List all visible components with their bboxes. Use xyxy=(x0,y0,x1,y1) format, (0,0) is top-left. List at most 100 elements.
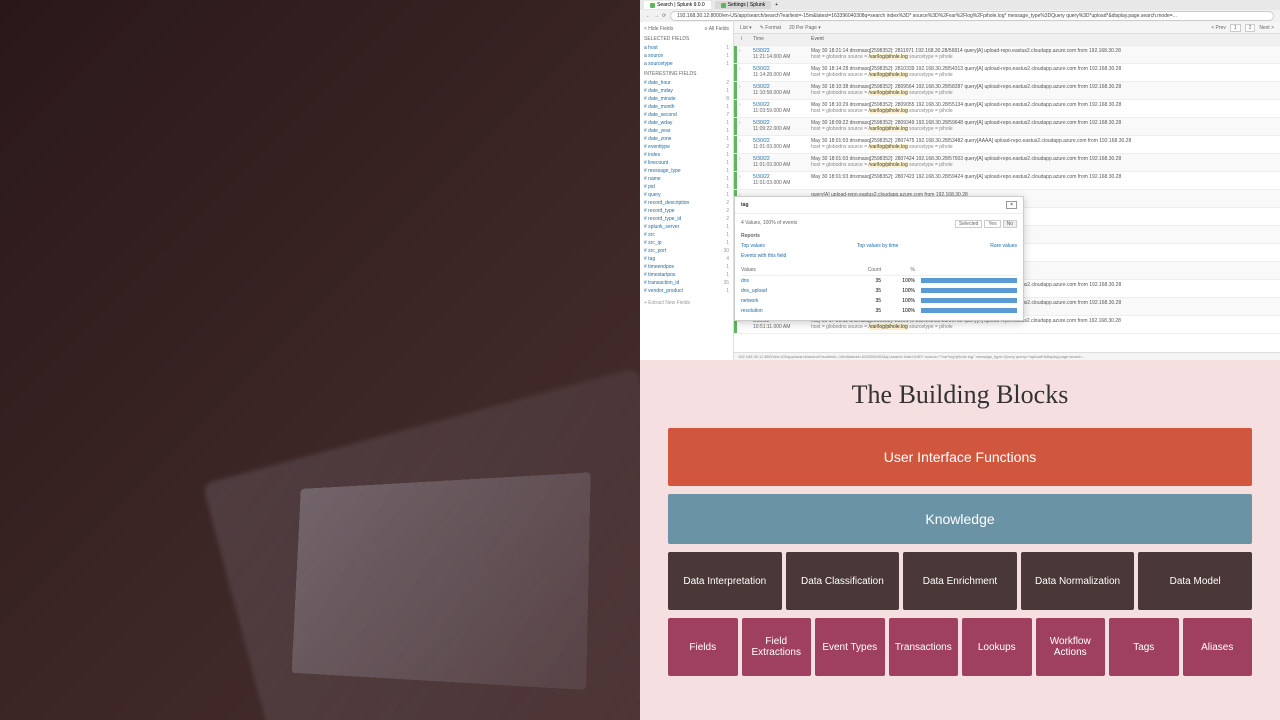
event-row[interactable]: ›5/30/2211:10:58.000 AMMay 30 18:10:38 d… xyxy=(734,82,1280,100)
value-row[interactable]: resolution35100% xyxy=(741,306,1017,316)
events-field-link[interactable]: Events with this field xyxy=(741,251,1017,261)
event-row[interactable]: ›5/30/2211:21:14.000 AMMay 30 18:21:14 d… xyxy=(734,46,1280,64)
close-icon[interactable]: × xyxy=(1006,201,1017,209)
col-time: Time xyxy=(749,34,807,45)
field-item[interactable]: # date_hour2 xyxy=(644,79,729,87)
hide-fields-link[interactable]: < Hide Fields xyxy=(644,26,673,32)
block-data: Data Classification xyxy=(786,552,900,610)
page-2[interactable]: 2 xyxy=(1245,24,1256,32)
field-item[interactable]: # name1 xyxy=(644,175,729,183)
browser-tab-1[interactable]: Search | Splunk 9.0.0 xyxy=(644,1,711,9)
field-item[interactable]: # timestartpos1 xyxy=(644,271,729,279)
block-knowledge-item: Aliases xyxy=(1183,618,1253,676)
field-item[interactable]: # pid1 xyxy=(644,183,729,191)
pct-col: % xyxy=(881,267,921,273)
field-item[interactable]: a host1 xyxy=(644,44,729,52)
splunk-icon xyxy=(650,3,655,8)
block-knowledge-item: Tags xyxy=(1109,618,1179,676)
field-item[interactable]: # query1 xyxy=(644,191,729,199)
selected-label: Selected xyxy=(955,220,982,228)
event-row[interactable]: ›5/30/2211:01:03.000 AMMay 30 18:01:03 d… xyxy=(734,154,1280,172)
next-link[interactable]: Next > xyxy=(1259,25,1274,31)
field-item[interactable]: # date_second7 xyxy=(644,111,729,119)
selected-no[interactable]: No xyxy=(1003,220,1017,228)
browser-tabs: Search | Splunk 9.0.0 Settings | Splunk … xyxy=(640,0,1280,10)
field-item[interactable]: # record_type_id2 xyxy=(644,215,729,223)
field-item[interactable]: # date_mday1 xyxy=(644,87,729,95)
field-item[interactable]: a sourcetype1 xyxy=(644,60,729,68)
field-item[interactable]: # index1 xyxy=(644,151,729,159)
event-row[interactable]: ›5/30/2211:03:59.000 AMMay 30 18:10:29 d… xyxy=(734,100,1280,118)
selected-fields-label: SELECTED FIELDS xyxy=(644,36,729,42)
field-item[interactable]: # date_month1 xyxy=(644,103,729,111)
values-col: Values xyxy=(741,267,841,273)
field-item[interactable]: # date_minute8 xyxy=(644,95,729,103)
block-knowledge-item: Transactions xyxy=(889,618,959,676)
col-i: i xyxy=(737,34,749,45)
field-item[interactable]: a source1 xyxy=(644,52,729,60)
event-row[interactable]: ›5/30/2211:14:28.000 AMMay 30 18:14:28 d… xyxy=(734,64,1280,82)
field-item[interactable]: # timeendpos1 xyxy=(644,263,729,271)
block-data: Data Interpretation xyxy=(668,552,782,610)
selected-yes[interactable]: Yes xyxy=(984,220,1000,228)
block-knowledge: Knowledge xyxy=(668,494,1252,544)
top-values-link[interactable]: Top values xyxy=(741,243,765,249)
block-data: Data Normalization xyxy=(1021,552,1135,610)
block-data: Data Model xyxy=(1138,552,1252,610)
value-row[interactable]: network35100% xyxy=(741,296,1017,306)
forward-icon[interactable]: → xyxy=(654,13,659,19)
reload-icon[interactable]: ⟳ xyxy=(662,13,666,19)
format-button[interactable]: ✎ Format xyxy=(760,25,781,31)
value-row[interactable]: dns35100% xyxy=(741,276,1017,286)
field-item[interactable]: # src1 xyxy=(644,231,729,239)
events-list: tag × 4 Values, 100% of events Selected … xyxy=(734,46,1280,353)
block-ui-functions: User Interface Functions xyxy=(668,428,1252,486)
field-item[interactable]: # date_year1 xyxy=(644,127,729,135)
col-event: Event xyxy=(807,34,1280,45)
event-row[interactable]: ›5/30/2211:01:03.000 AMMay 30 18:01:03 d… xyxy=(734,172,1280,190)
all-fields-link[interactable]: ≡ All Fields xyxy=(705,26,729,32)
field-item[interactable]: # linecount1 xyxy=(644,159,729,167)
status-bar: 192.168.30.12:8000/en-US/app/search/sear… xyxy=(734,352,1280,360)
field-item[interactable]: # src_port30 xyxy=(644,247,729,255)
page-1[interactable]: 1 xyxy=(1230,24,1241,32)
field-item[interactable]: # tag4 xyxy=(644,255,729,263)
new-tab-button[interactable]: + xyxy=(775,2,778,8)
field-item[interactable]: # vendor_product1 xyxy=(644,287,729,295)
field-item[interactable]: # record_type2 xyxy=(644,207,729,215)
field-item[interactable]: # message_type1 xyxy=(644,167,729,175)
field-item[interactable]: # eventtype2 xyxy=(644,143,729,151)
block-data: Data Enrichment xyxy=(903,552,1017,610)
block-knowledge-item: Fields xyxy=(668,618,738,676)
list-dropdown[interactable]: List ▾ xyxy=(740,25,752,31)
value-row[interactable]: dns_upload35100% xyxy=(741,286,1017,296)
rare-values-link[interactable]: Rare values xyxy=(990,243,1017,249)
block-knowledge-item: Event Types xyxy=(815,618,885,676)
prev-link[interactable]: < Prev xyxy=(1211,25,1226,31)
field-item[interactable]: # record_description2 xyxy=(644,199,729,207)
field-item[interactable]: # date_wday1 xyxy=(644,119,729,127)
presentation-background xyxy=(0,0,640,720)
block-knowledge-item: Workflow Actions xyxy=(1036,618,1106,676)
per-page-dropdown[interactable]: 20 Per Page ▾ xyxy=(789,25,821,31)
back-icon[interactable]: ← xyxy=(646,13,651,19)
field-popup: tag × 4 Values, 100% of events Selected … xyxy=(734,196,1024,321)
splunk-screenshot: Search | Splunk 9.0.0 Settings | Splunk … xyxy=(640,0,1280,360)
field-item[interactable]: # splunk_server1 xyxy=(644,223,729,231)
event-row[interactable]: ›5/30/2211:01:03.000 AMMay 30 18:01:03 d… xyxy=(734,136,1280,154)
url-input[interactable]: 192.168.30.12:8000/en-US/app/search/sear… xyxy=(670,11,1274,21)
field-item[interactable]: # src_ip1 xyxy=(644,239,729,247)
popup-summary: 4 Values, 100% of events xyxy=(741,220,797,228)
browser-address-bar: ← → ⟳ 192.168.30.12:8000/en-US/app/searc… xyxy=(640,10,1280,22)
popup-title: tag xyxy=(741,202,749,208)
fields-sidebar: < Hide Fields ≡ All Fields SELECTED FIEL… xyxy=(640,22,734,360)
interesting-fields-label: INTERESTING FIELDS xyxy=(644,71,729,77)
field-item[interactable]: # transaction_id35 xyxy=(644,279,729,287)
count-col: Count xyxy=(841,267,881,273)
building-blocks-diagram: The Building Blocks User Interface Funct… xyxy=(640,360,1280,720)
event-row[interactable]: ›5/30/2211:09:22.000 AMMay 30 18:09:22 d… xyxy=(734,118,1280,136)
browser-tab-2[interactable]: Settings | Splunk xyxy=(715,1,771,9)
extract-fields-link[interactable]: + Extract New Fields xyxy=(644,300,690,306)
top-values-time-link[interactable]: Top values by time xyxy=(857,243,898,249)
field-item[interactable]: # date_zone1 xyxy=(644,135,729,143)
